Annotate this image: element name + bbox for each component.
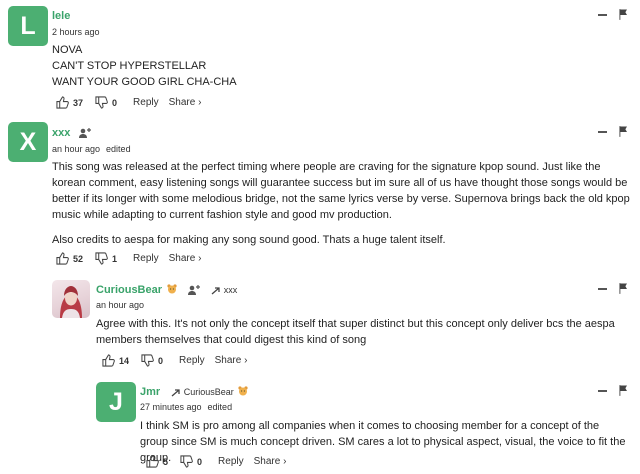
author-name: CuriousBear xxx — [96, 284, 237, 296]
avatar[interactable]: L — [8, 6, 48, 46]
author-name: Jmr CuriousBear — [140, 386, 248, 398]
share-button[interactable]: Share › — [169, 253, 202, 264]
follow-user-icon[interactable] — [188, 285, 201, 296]
comment-lele: L lele 2 hours ago NOVA CAN'T STOP HYPER… — [0, 0, 640, 118]
author-link[interactable]: CuriousBear — [96, 284, 162, 296]
comment-paragraph: Also credits to aespa for making any son… — [52, 234, 446, 246]
reply-button[interactable]: Reply — [179, 355, 205, 366]
collapse-icon[interactable] — [598, 288, 607, 290]
edited-label: edited — [207, 402, 233, 412]
reply-to-name: CuriousBear — [183, 387, 234, 397]
share-button[interactable]: Share › — [215, 355, 248, 366]
reply-arrow-icon — [171, 388, 180, 397]
avatar[interactable]: X — [8, 122, 48, 162]
like-count: 5 — [163, 456, 169, 467]
comment-text: NOVA CAN'T STOP HYPERSTELLAR WANT YOUR G… — [52, 42, 612, 90]
edited-label: edited — [106, 144, 131, 154]
timestamp: an hour ago — [52, 144, 101, 154]
author-link[interactable]: Jmr — [140, 386, 160, 398]
thumbs-up-icon — [102, 354, 115, 367]
dislike-count: 0 — [197, 456, 203, 467]
dislike-button[interactable]: 1 — [95, 252, 117, 265]
thumbs-up-icon — [56, 252, 69, 265]
timestamp: 27 minutes ago — [140, 402, 202, 412]
author-link[interactable]: xxx — [52, 127, 70, 139]
thumbs-up-icon — [146, 455, 159, 468]
reply-arrow-icon — [211, 286, 220, 295]
reply-to[interactable]: xxx — [211, 285, 237, 295]
profile-photo-icon — [60, 286, 82, 318]
dislike-count: 0 — [112, 97, 118, 108]
bear-badge-icon — [167, 284, 177, 294]
thumbs-down-icon — [95, 252, 108, 265]
reply-button[interactable]: Reply — [218, 456, 244, 467]
comment-actions: 37 0 Reply Share › — [56, 96, 201, 109]
like-button[interactable]: 14 — [102, 354, 129, 367]
like-button[interactable]: 37 — [56, 96, 83, 109]
collapse-icon[interactable] — [598, 14, 607, 16]
avatar[interactable]: J — [96, 382, 136, 422]
reply-to[interactable]: CuriousBear — [171, 386, 248, 397]
comment-xxx: X xxx an hour ago edited This song was re… — [0, 118, 640, 274]
reply-jmr: J Jmr CuriousBear 27 minutes ago edited I… — [0, 378, 640, 474]
follow-user-icon[interactable] — [79, 128, 92, 139]
reply-button[interactable]: Reply — [133, 253, 159, 264]
like-count: 14 — [119, 355, 130, 366]
dislike-button[interactable]: 0 — [95, 96, 117, 109]
collapse-icon[interactable] — [598, 390, 607, 392]
flag-icon[interactable] — [619, 9, 628, 20]
like-button[interactable]: 52 — [56, 252, 83, 265]
dislike-count: 1 — [112, 253, 118, 264]
bear-badge-icon — [238, 386, 248, 396]
author-name[interactable]: lele — [52, 10, 70, 22]
avatar-letter: J — [109, 387, 123, 416]
comment-line: WANT YOUR GOOD GIRL CHA-CHA — [52, 76, 237, 88]
comment-paragraph: This song was released at the perfect ti… — [52, 161, 630, 221]
reply-curiousbear: CuriousBear xxx an hour ago Agree with t… — [0, 274, 640, 378]
thumbs-up-icon — [56, 96, 69, 109]
dislike-button[interactable]: 0 — [141, 354, 163, 367]
dislike-count: 0 — [158, 355, 164, 366]
thumbs-down-icon — [141, 354, 154, 367]
comment-actions: 52 1 Reply Share › — [56, 252, 201, 265]
comment-line: NOVA — [52, 44, 83, 56]
collapse-icon[interactable] — [598, 131, 607, 133]
reply-to-name: xxx — [223, 285, 238, 295]
reply-button[interactable]: Reply — [133, 97, 159, 108]
comment-actions: 14 0 Reply Share › — [102, 354, 247, 367]
like-count: 52 — [73, 253, 84, 264]
share-button[interactable]: Share › — [254, 456, 287, 467]
avatar[interactable] — [52, 280, 90, 318]
flag-icon[interactable] — [619, 385, 628, 396]
avatar-letter: X — [19, 127, 37, 156]
like-button[interactable]: 5 — [146, 455, 168, 468]
timestamp-row: an hour ago edited — [52, 144, 131, 154]
avatar-letter: L — [20, 11, 36, 40]
comment-actions: 5 0 Reply Share › — [146, 455, 286, 468]
author-name: xxx — [52, 127, 92, 139]
like-count: 37 — [73, 97, 84, 108]
flag-icon[interactable] — [619, 283, 628, 294]
thumbs-down-icon — [95, 96, 108, 109]
comment-line: CAN'T STOP HYPERSTELLAR — [52, 60, 207, 72]
timestamp: an hour ago — [96, 300, 145, 310]
flag-icon[interactable] — [619, 126, 628, 137]
dislike-button[interactable]: 0 — [180, 455, 202, 468]
comment-text: Agree with this. It's not only the conce… — [96, 318, 615, 346]
thumbs-down-icon — [180, 455, 193, 468]
timestamp: 2 hours ago — [52, 27, 100, 37]
share-button[interactable]: Share › — [169, 97, 202, 108]
comment-text: This song was released at the perfect ti… — [52, 159, 637, 248]
timestamp-row: 27 minutes ago edited — [140, 402, 232, 412]
